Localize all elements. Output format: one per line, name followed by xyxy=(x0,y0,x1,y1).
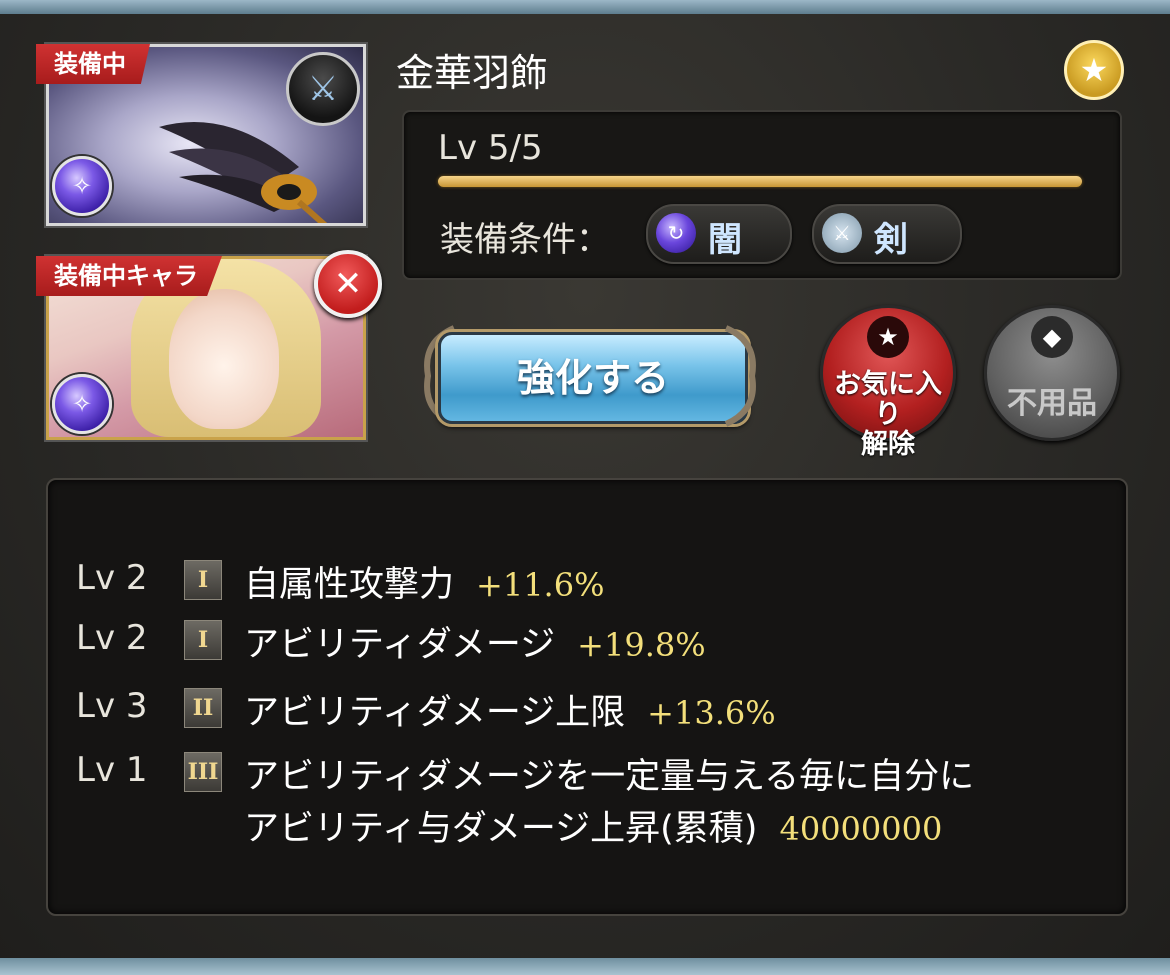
star-icon: ★ xyxy=(867,316,909,358)
favorite-remove-line2: 解除 xyxy=(861,429,915,460)
skill-value: 40000000 xyxy=(779,810,943,848)
skill-level: Lv 2 xyxy=(76,558,148,598)
sword-icon: ⚔ xyxy=(307,69,339,109)
junk-label: 不用品 xyxy=(1007,386,1097,421)
skill-name: 自属性攻撃力 xyxy=(244,565,455,605)
condition-element-pill: ↻ 闇 xyxy=(646,204,792,264)
level-text: Lv 5/5 xyxy=(438,128,543,168)
favorite-remove-line1: お気に入り xyxy=(834,369,942,430)
character-face xyxy=(169,289,279,429)
weapon-name: 金華羽飾 xyxy=(396,51,549,95)
skill-value: +11.6% xyxy=(476,566,605,604)
junk-icon: ◆ xyxy=(1031,316,1073,358)
close-icon: ✕ xyxy=(333,264,363,304)
skill-name: アビリティダメージ xyxy=(244,625,556,665)
enhance-label: 強化する xyxy=(516,356,669,400)
skill-description: 自属性攻撃力 +11.6% xyxy=(244,556,604,607)
skill-name-line2: アビリティ与ダメージ上昇(累積) xyxy=(244,809,758,849)
skill-description-line2: アビリティ与ダメージ上昇(累積) 40000000 xyxy=(244,800,942,851)
skill-name: アビリティダメージ上限 xyxy=(244,693,626,733)
equipped-ribbon: 装備中 xyxy=(36,44,150,84)
top-edge xyxy=(0,0,1170,14)
skill-level: Lv 3 xyxy=(76,686,148,726)
sword-type-icon: ⚔ xyxy=(822,213,862,253)
condition-element-label: 闇 xyxy=(708,220,742,260)
condition-weapon-label: 剣 xyxy=(874,220,908,260)
skill-rank-icon: II xyxy=(184,688,222,728)
skill-rank-icon: III xyxy=(184,752,222,792)
condition-weapon-pill: ⚔ 剣 xyxy=(812,204,962,264)
ornament-right-icon xyxy=(724,325,756,427)
favorite-star-badge: ★ xyxy=(1064,40,1124,100)
skill-level: Lv 1 xyxy=(76,750,148,790)
enhance-button[interactable]: 強化する xyxy=(420,322,760,430)
skill-description: アビリティダメージ +19.8% xyxy=(244,616,706,667)
skill-description: アビリティダメージ上限 +13.6% xyxy=(244,684,776,735)
weapon-type-badge: ⚔ xyxy=(286,52,360,126)
skill-level: Lv 2 xyxy=(76,618,148,658)
dark-element-icon: ✧ xyxy=(52,374,112,434)
dark-element-icon: ✧ xyxy=(52,156,112,216)
favorite-remove-label: お気に入り 解除 xyxy=(823,370,953,460)
dark-element-icon: ↻ xyxy=(656,213,696,253)
star-icon: ★ xyxy=(1079,51,1109,89)
skill-description: アビリティダメージを一定量与える毎に自分に xyxy=(244,757,975,797)
junk-button[interactable]: ◆ 不用品 xyxy=(984,305,1120,441)
enhance-button-face[interactable]: 強化する xyxy=(438,332,748,424)
equipped-character-ribbon: 装備中キャラ xyxy=(36,256,222,296)
skill-rank-icon: I xyxy=(184,620,222,660)
level-progress-bar xyxy=(438,176,1082,187)
skill-rank-icon: I xyxy=(184,560,222,600)
equip-condition-label: 装備条件： xyxy=(440,220,610,260)
unequip-button[interactable]: ✕ xyxy=(314,250,382,318)
skill-value: +19.8% xyxy=(577,626,706,664)
bottom-edge xyxy=(0,958,1170,975)
skill-value: +13.6% xyxy=(647,694,776,732)
favorite-remove-button[interactable]: ★ お気に入り 解除 xyxy=(820,305,956,460)
